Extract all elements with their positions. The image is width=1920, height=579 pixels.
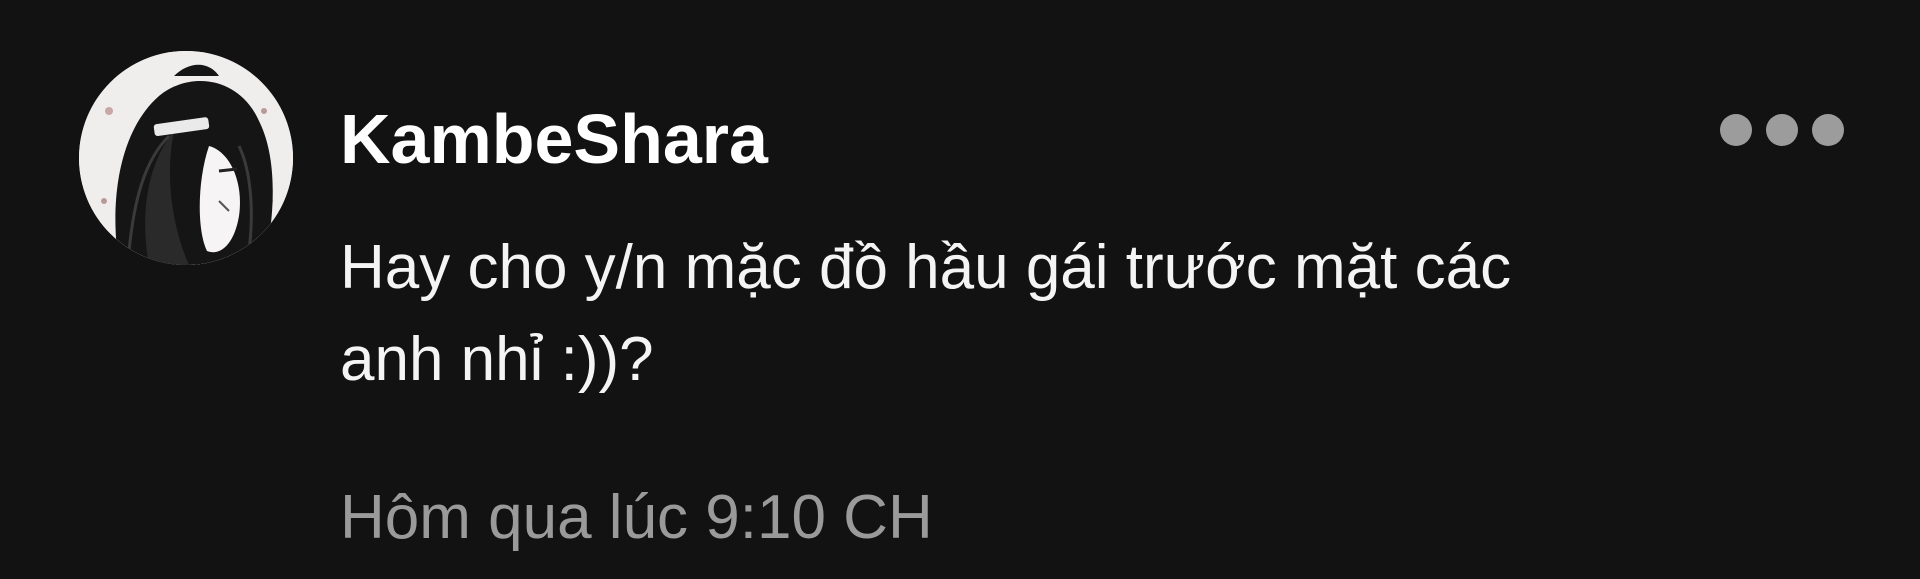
timestamp: Hôm qua lúc 9:10 CH — [340, 483, 933, 552]
more-dot-icon — [1766, 114, 1798, 146]
username[interactable]: KambeShara — [340, 98, 768, 180]
comment-text-line-1: Hay cho y/n mặc đồ hầu gái trước mặt các — [340, 233, 1512, 302]
more-options-button[interactable] — [1720, 112, 1844, 148]
comment-text-line-2: anh nhỉ :))? — [340, 325, 654, 394]
avatar[interactable] — [79, 51, 293, 265]
more-dot-icon — [1720, 114, 1752, 146]
avatar-icon — [79, 51, 293, 265]
more-dot-icon — [1812, 114, 1844, 146]
comment-text: Hay cho y/n mặc đồ hầu gái trước mặt các… — [340, 222, 1780, 406]
comment-item: KambeShara Hay cho y/n mặc đồ hầu gái tr… — [0, 0, 1920, 579]
